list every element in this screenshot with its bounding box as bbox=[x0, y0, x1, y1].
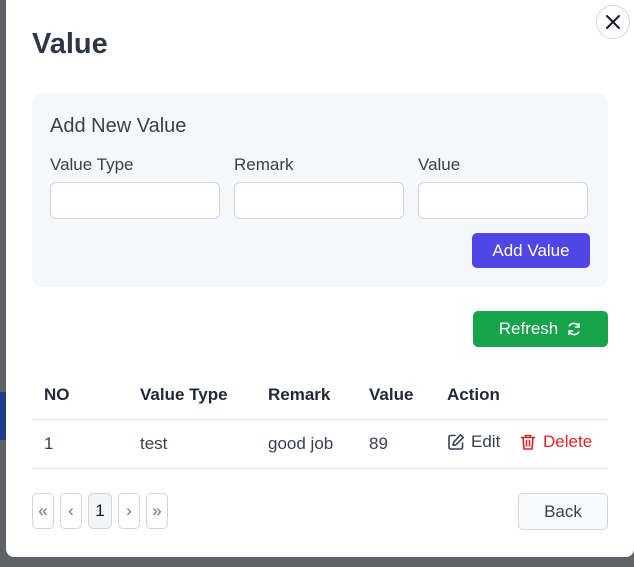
value-modal: Value Add New Value Value Type Remark Va… bbox=[6, 0, 634, 557]
column-header-remark: Remark bbox=[256, 370, 357, 420]
close-icon bbox=[606, 15, 620, 29]
pagination: « ‹ 1 › » bbox=[32, 493, 168, 529]
column-header-action: Action bbox=[435, 370, 608, 420]
last-page-button[interactable]: » bbox=[146, 493, 168, 529]
trash-icon bbox=[520, 434, 536, 450]
column-header-value-type: Value Type bbox=[128, 370, 256, 420]
refresh-label: Refresh bbox=[498, 319, 559, 338]
value-label: Value bbox=[418, 155, 461, 174]
table-row: 1 test good job 89 Edit Delete bbox=[32, 419, 608, 469]
delete-label: Delete bbox=[543, 432, 593, 451]
cell-value-type: test bbox=[128, 419, 256, 469]
remark-label: Remark bbox=[234, 155, 294, 174]
table-header-row: NO Value Type Remark Value Action bbox=[32, 370, 608, 420]
first-page-button[interactable]: « bbox=[32, 493, 54, 529]
values-table: NO Value Type Remark Value Action 1 test… bbox=[32, 370, 608, 469]
page-button-current[interactable]: 1 bbox=[88, 493, 112, 529]
edit-icon bbox=[448, 434, 464, 450]
close-button[interactable] bbox=[596, 5, 630, 39]
prev-page-button[interactable]: ‹ bbox=[60, 493, 82, 529]
column-header-no: NO bbox=[32, 370, 128, 420]
value-type-label: Value Type bbox=[50, 155, 134, 174]
modal-title: Value bbox=[32, 28, 108, 60]
cell-value: 89 bbox=[357, 419, 435, 469]
edit-label: Edit bbox=[471, 432, 501, 451]
value-type-input[interactable] bbox=[50, 182, 220, 219]
remark-input[interactable] bbox=[234, 182, 404, 219]
cell-remark: good job bbox=[256, 419, 357, 469]
edit-button[interactable]: Edit bbox=[447, 432, 500, 452]
delete-button[interactable]: Delete bbox=[519, 432, 592, 452]
value-input[interactable] bbox=[418, 182, 588, 219]
next-page-button[interactable]: › bbox=[118, 493, 140, 529]
refresh-button[interactable]: Refresh bbox=[473, 311, 608, 347]
refresh-icon bbox=[568, 322, 581, 336]
form-heading: Add New Value bbox=[50, 115, 187, 137]
add-value-form: Add New Value Value Type Remark Value Ad… bbox=[32, 93, 608, 287]
column-header-value: Value bbox=[357, 370, 435, 420]
back-button[interactable]: Back bbox=[518, 493, 608, 530]
cell-action: Edit Delete bbox=[435, 419, 608, 469]
add-value-button[interactable]: Add Value bbox=[472, 233, 590, 268]
cell-no: 1 bbox=[32, 419, 128, 469]
